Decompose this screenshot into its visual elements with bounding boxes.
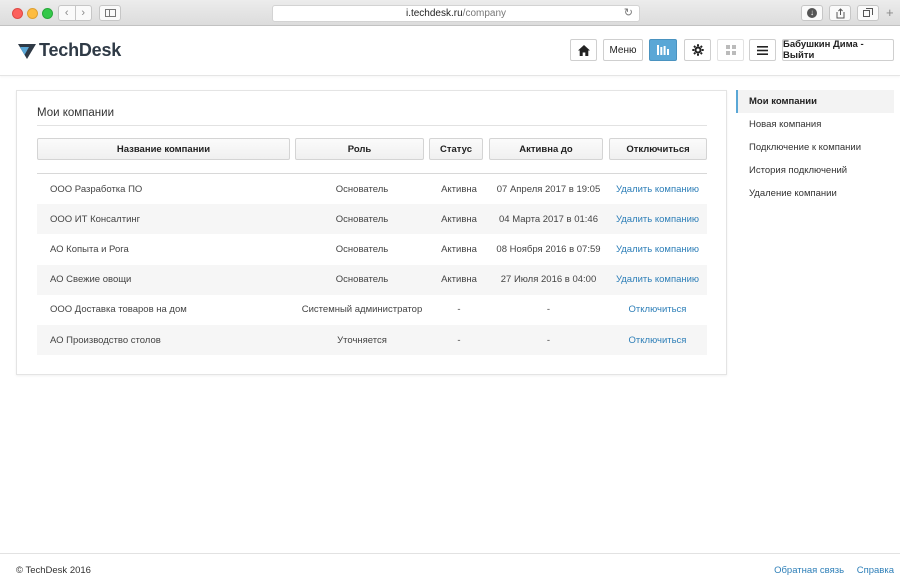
- delete-company-link[interactable]: Удалить компанию: [608, 274, 707, 285]
- logo-text: TechDesk: [39, 40, 122, 60]
- app-header: TechDesk Меню Бабушкин Дима - Выйти: [0, 26, 900, 76]
- apps-button[interactable]: [717, 39, 744, 61]
- table-row: АО Производство столов Уточняется - - От…: [37, 324, 707, 356]
- bar-chart-icon: [657, 45, 669, 55]
- share-button[interactable]: [829, 5, 851, 21]
- company-role: Уточняется: [337, 334, 387, 346]
- menu-button[interactable]: Меню: [603, 39, 643, 61]
- sidebar-item-my-companies[interactable]: Мои компании: [736, 90, 894, 113]
- table-row: АО Свежие овощи Основатель Активна 27 Ию…: [37, 264, 707, 295]
- companies-table: ООО Разработка ПО Основатель Активна 07 …: [37, 174, 707, 356]
- browser-toolbar: ‹ › i.techdesk.ru/company ↻ ↓ +: [0, 0, 900, 26]
- company-name: ООО Доставка товаров на дом: [50, 304, 187, 316]
- divider: [37, 125, 707, 126]
- hamburger-icon: [757, 45, 768, 55]
- zoom-window-button[interactable]: [42, 8, 53, 19]
- address-bar[interactable]: i.techdesk.ru/company ↻: [272, 5, 640, 22]
- company-role: Основатель: [335, 213, 389, 225]
- url-path: /company: [462, 8, 507, 19]
- sidebar-item-connect-company[interactable]: Подключение к компании: [736, 136, 894, 159]
- companies-panel: Мои компании Название компании Роль Стат…: [16, 90, 727, 375]
- history-nav: ‹ ›: [58, 5, 92, 21]
- column-header-disconnect[interactable]: Отключиться: [609, 138, 707, 160]
- company-active-until: 04 Марта 2017 в 01:46: [499, 213, 598, 225]
- table-row: АО Копыта и Рога Основатель Активна 08 Н…: [37, 234, 707, 264]
- company-status: Активна: [441, 243, 477, 255]
- disconnect-link[interactable]: Отключиться: [608, 335, 707, 346]
- table-row: ООО Доставка товаров на дом Системный ад…: [37, 295, 707, 325]
- help-link[interactable]: Справка: [857, 565, 894, 576]
- sidebar-item-connection-history[interactable]: История подключений: [736, 159, 894, 182]
- delete-company-link[interactable]: Удалить компанию: [608, 184, 707, 195]
- company-status: Активна: [441, 213, 477, 225]
- company-active-until: -: [546, 304, 551, 316]
- table-row: ООО ИТ Консалтинг Основатель Активна 04 …: [37, 204, 707, 235]
- tabs-icon: [863, 8, 873, 17]
- sidebar-item-delete-company[interactable]: Удаление компании: [736, 182, 894, 205]
- company-name: АО Копыта и Рога: [50, 243, 129, 255]
- grid-icon: [725, 45, 736, 55]
- footer: © TechDesk 2016 Обратная связь Справка: [0, 553, 900, 588]
- copyright: © TechDesk 2016: [16, 565, 91, 576]
- user-logout-button[interactable]: Бабушкин Дима - Выйти: [782, 39, 894, 61]
- tabs-overview-button[interactable]: [857, 5, 879, 21]
- company-name: АО Производство столов: [50, 334, 161, 346]
- disconnect-link[interactable]: Отключиться: [608, 304, 707, 315]
- column-header-role[interactable]: Роль: [295, 138, 424, 160]
- company-status: Активна: [441, 274, 477, 286]
- page-title: Мои компании: [37, 107, 115, 119]
- minimize-window-button[interactable]: [27, 8, 38, 19]
- company-role: Системный администратор: [301, 304, 423, 316]
- sidebar-nav: Мои компании Новая компания Подключение …: [736, 90, 894, 205]
- sidebar-toggle-icon[interactable]: [99, 5, 121, 21]
- close-window-button[interactable]: [12, 8, 23, 19]
- company-status: -: [457, 304, 461, 316]
- gear-icon: [691, 44, 704, 56]
- company-name: АО Свежие овощи: [50, 274, 132, 286]
- company-role: Основатель: [335, 274, 389, 286]
- forward-icon[interactable]: ›: [76, 6, 92, 20]
- back-icon[interactable]: ‹: [59, 6, 76, 20]
- footer-links: Обратная связь Справка: [764, 565, 894, 576]
- company-role: Основатель: [335, 183, 389, 195]
- logo-icon: [17, 41, 37, 61]
- company-name: ООО ИТ Консалтинг: [50, 213, 141, 225]
- company-status: Активна: [441, 183, 477, 195]
- share-icon: [836, 7, 844, 18]
- company-active-until: 27 Июля 2016 в 04:00: [500, 274, 597, 286]
- company-active-until: 07 Апреля 2017 в 19:05: [496, 183, 601, 195]
- home-button[interactable]: [570, 39, 597, 61]
- company-role: Основатель: [335, 243, 389, 255]
- feedback-link[interactable]: Обратная связь: [774, 565, 844, 576]
- list-button[interactable]: [749, 39, 776, 61]
- logo[interactable]: TechDesk: [17, 40, 121, 61]
- company-active-until: -: [546, 334, 551, 346]
- company-active-until: 08 Ноября 2016 в 07:59: [496, 243, 601, 255]
- delete-company-link[interactable]: Удалить компанию: [608, 244, 707, 255]
- download-icon: ↓: [807, 8, 817, 18]
- reports-button[interactable]: [649, 39, 677, 61]
- download-button[interactable]: ↓: [801, 5, 823, 21]
- url-host: i.techdesk.ru: [405, 8, 463, 19]
- new-tab-icon[interactable]: +: [886, 5, 900, 21]
- delete-company-link[interactable]: Удалить компанию: [608, 214, 707, 225]
- column-header-status[interactable]: Статус: [429, 138, 483, 160]
- home-icon: [577, 44, 590, 56]
- column-header-name[interactable]: Название компании: [37, 138, 290, 160]
- table-row: ООО Разработка ПО Основатель Активна 07 …: [37, 174, 707, 204]
- reload-icon[interactable]: ↻: [624, 6, 633, 21]
- sidebar-item-new-company[interactable]: Новая компания: [736, 113, 894, 136]
- company-status: -: [457, 334, 461, 346]
- company-name: ООО Разработка ПО: [50, 183, 143, 195]
- column-header-active-until[interactable]: Активна до: [489, 138, 603, 160]
- settings-button[interactable]: [684, 39, 711, 61]
